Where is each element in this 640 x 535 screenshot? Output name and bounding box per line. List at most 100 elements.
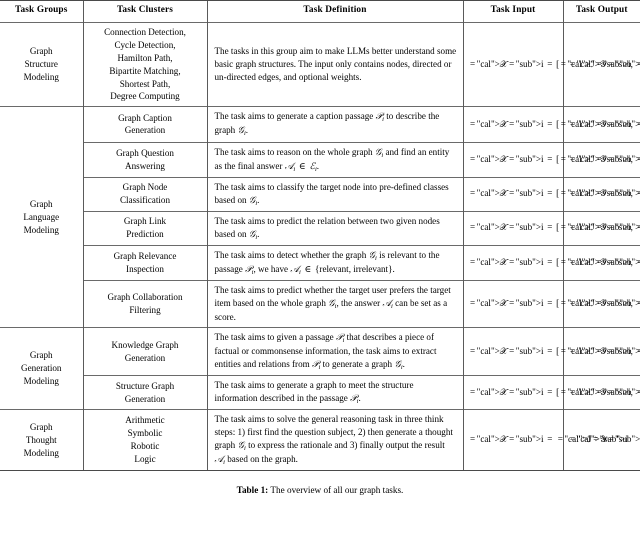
task-input-formula: ="cal">𝒳="sub">i = [="cal">ℐ="sub">i, ="… [470,222,640,233]
table-row: Graph Generation Modeling Knowledge Graph Ge… [0,326,640,410]
header-task-output-label: Task Output [575,5,628,15]
task-definition-cell: The task aims to solve the general reaso… [206,409,463,472]
task-definition-text: The task aims to predict whether the tar… [214,285,451,323]
task-cluster-cell: Arithmetic Symbolic Robotic Logic [82,409,207,472]
task-input-cell: ="cal">𝒳="sub">i = [="cal">ℐ="sub">i, ="… [462,375,640,410]
task-input-cell: = "cal">𝒳 = "sub">i = = "cal">ℐ = "sub">i [462,409,628,472]
task-input-formula: ="cal">𝒳="sub">i = [="cal">ℐ="sub">i, ="… [470,386,640,397]
task-cluster-cell: Graph Collaboration Filtering [82,280,207,328]
task-input-cell: ="cal">𝒳="sub">i = [="cal">ℐ="sub">i, ="… [462,21,640,107]
task-cluster-name: Graph Node Classification [119,182,170,206]
task-output-formula: ="cal">𝒴="sub">i = ="cal">𝒜="sub">i [570,58,640,69]
task-definition-cell: The tasks in this group aim to make LLMs… [206,21,463,107]
table-row: Graph Relevance Inspection The task aims t… [0,244,640,281]
task-definition-text: The task aims to generate a caption pass… [214,111,440,138]
caption-label: Table 1: [236,485,269,496]
task-cluster-name: Connection Detection, Cycle Detection, Ham… [104,26,186,102]
header-row: Task Groups Task Clusters Task Definitio… [0,0,640,23]
task-definition-text: The task aims to solve the general reaso… [214,414,453,466]
task-definition-text: The tasks in this group aim to make LLMs… [214,46,457,83]
table-row: Graph Link Prediction The task aims to pre… [0,210,640,246]
task-output-formula: ="cal">𝒴="sub">i = ="cal">𝒫="sub">i [570,118,640,129]
task-output-formula: ="cal">𝒴="sub">i = ="cal">𝒞="sub">i [570,386,640,397]
table-body: Graph Structure Modeling Connection Detecti… [0,21,640,472]
task-cluster-cell: Graph Relevance Inspection [82,244,207,281]
task-cluster-name: Graph Collaboration Filtering [107,292,183,315]
table-row: Graph Structure Modeling Connection Detecti… [0,21,640,107]
task-definition-cell: The task aims to classify the target nod… [206,176,463,212]
task-cluster-name: Graph Caption Generation [118,112,172,136]
table-row: Graph Thought Modeling Arithmetic Symbolic Ro… [0,409,640,472]
header-task-input: Task Input [462,0,563,23]
task-cluster-cell: Graph Question Answering [82,141,207,178]
task-cluster-name: Arithmetic Symbolic Robotic Logic [125,415,165,464]
task-input-cell: ="cal">𝒳="sub">i = [="cal">ℐ="sub">i, ="… [462,176,640,212]
task-definition-text: The task aims to reason on the whole gra… [214,146,450,173]
table-header: Task Groups Task Clusters Task Definitio… [0,0,640,23]
header-task-clusters-label: Task Clusters [116,5,174,15]
task-input-formula: ="cal">𝒳="sub">i = [="cal">ℐ="sub">i, ="… [470,188,640,199]
task-definition-cell: The task aims to generate a caption pass… [206,106,463,143]
task-output-formula: ="cal">𝒴="sub">i = ="cal">𝒜="sub">i [570,153,640,164]
task-output-formula: ="cal">𝒴="sub">i = ="cal">𝒜="sub">i [570,188,640,199]
task-output-cell: ="cal">𝒴="sub">i = ="cal">𝒜="sub">i [562,21,640,107]
task-input-cell: ="cal">𝒳="sub">i = [="cal">ℐ="sub">i, ="… [462,326,640,376]
task-group-name: Graph Structure Modeling [23,46,59,83]
task-cluster-cell: Graph Link Prediction [82,210,207,246]
task-output-formula: ="cal">𝒴="sub">i = [="cal">𝒞="sub">i; ="… [570,434,640,445]
task-output-cell: ="cal">𝒴="sub">i = ="cal">𝒜="sub">i [562,280,640,328]
task-cluster-cell: Graph Caption Generation [82,106,207,143]
task-output-cell: ="cal">𝒴="sub">i = [="cal">𝒞="sub">i; ="… [562,409,640,472]
task-cluster-cell: Knowledge Graph Generation [82,326,207,376]
task-definition-cell: The task aims to predict whether the tar… [206,280,463,328]
task-definition-cell: The task aims to predict the relation be… [206,210,463,246]
task-input-formula: = "cal">𝒳 = "sub">i = = "cal">ℐ = "sub">i [470,434,628,445]
table-row: Graph Question Answering The task aims to … [0,141,640,178]
table-row: Structure Graph Generation The task aims t… [0,375,640,410]
task-group-name: Graph Thought Modeling [23,421,59,458]
task-output-formula: ="cal">𝒴="sub">i = ="cal">𝒜="sub">i [570,257,640,268]
task-input-formula: ="cal">𝒳="sub">i = [="cal">ℐ="sub">i, ="… [470,153,640,164]
table-row: Graph Collaboration Filtering The task aim… [0,280,640,328]
task-output-formula: ="cal">𝒴="sub">i = ="cal">𝒞="sub">i [570,345,640,356]
task-output-cell: ="cal">𝒴="sub">i = ="cal">𝒜="sub">i [562,244,640,281]
header-task-definition: Task Definition [206,0,463,23]
task-definition-text: The task aims to detect whether the grap… [214,249,440,276]
task-input-formula: ="cal">𝒳="sub">i = [="cal">ℐ="sub">i, ="… [470,257,640,268]
task-cluster-name: Graph Link Prediction [123,216,167,240]
task-input-formula: ="cal">𝒳="sub">i = [="cal">ℐ="sub">i, ="… [470,58,640,69]
task-definition-cell: The task aims to reason on the whole gra… [206,141,463,178]
task-output-cell: ="cal">𝒴="sub">i = ="cal">𝒜="sub">i [562,176,640,212]
table-row: Graph Node Classification The task aims to… [0,176,640,212]
task-input-formula: ="cal">𝒳="sub">i = [="cal">ℐ="sub">i, ="… [470,298,640,309]
header-task-input-label: Task Input [490,5,536,15]
task-group-cell: Graph Language Modeling [0,106,83,328]
task-group-cell: Graph Thought Modeling [0,409,83,472]
task-group-name: Graph Generation Modeling [21,350,62,386]
task-taxonomy-table: Task Groups Task Clusters Task Definitio… [0,0,640,472]
task-cluster-cell: Graph Node Classification [82,176,207,212]
task-cluster-name: Knowledge Graph Generation [111,339,179,363]
task-output-cell: ="cal">𝒴="sub">i = ="cal">𝒜="sub">i [562,210,640,246]
task-group-cell: Graph Structure Modeling [0,21,83,107]
task-output-formula: ="cal">𝒴="sub">i = ="cal">𝒜="sub">i [570,298,640,309]
task-output-cell: ="cal">𝒴="sub">i = ="cal">𝒞="sub">i [562,375,640,410]
task-definition-cell: The task aims to given a passage 𝒫i that… [206,326,463,376]
task-definition-text: The task aims to generate a graph to mee… [214,380,414,405]
header-task-output: Task Output [562,0,640,23]
task-input-cell: ="cal">𝒳="sub">i = [="cal">ℐ="sub">i, ="… [462,280,640,328]
header-task-clusters: Task Clusters [82,0,207,23]
task-definition-text: The task aims to given a passage 𝒫i that… [214,331,437,371]
task-cluster-name: Structure Graph Generation [115,380,175,404]
task-group-cell: Graph Generation Modeling [0,326,83,410]
task-cluster-name: Graph Relevance Inspection [113,251,177,274]
task-input-cell: ="cal">𝒳="sub">i = [="cal">ℐ="sub">i, ="… [462,106,640,143]
task-output-formula: ="cal">𝒴="sub">i = ="cal">𝒜="sub">i [570,222,640,233]
task-definition-cell: The task aims to detect whether the grap… [206,244,463,281]
task-input-formula: ="cal">𝒳="sub">i = [="cal">ℐ="sub">i, ="… [470,345,640,356]
task-cluster-cell: Structure Graph Generation [82,375,207,410]
table-page: Task Groups Task Clusters Task Definitio… [0,0,640,535]
task-input-cell: ="cal">𝒳="sub">i = [="cal">ℐ="sub">i, ="… [462,210,640,246]
header-task-groups-label: Task Groups [14,5,68,15]
task-group-name: Graph Language Modeling [23,198,60,235]
